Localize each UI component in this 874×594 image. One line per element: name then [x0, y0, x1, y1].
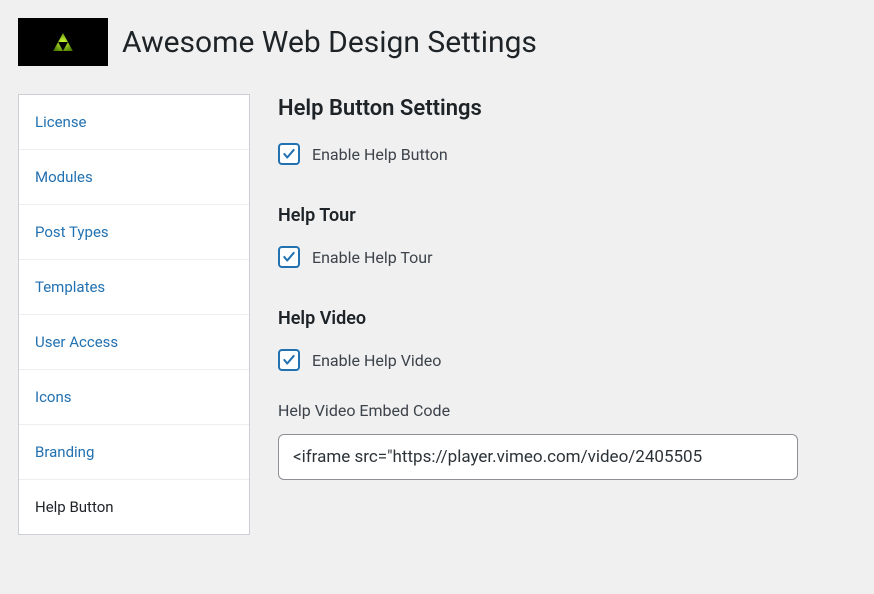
enable-help-button-label: Enable Help Button: [312, 145, 448, 164]
sidebar-item-help-button[interactable]: Help Button: [19, 480, 249, 534]
enable-help-video-label: Enable Help Video: [312, 351, 441, 370]
enable-help-tour-row: Enable Help Tour: [278, 246, 856, 268]
sidebar-item-user-access[interactable]: User Access: [19, 315, 249, 370]
help-tour-heading: Help Tour: [278, 205, 856, 226]
page-title: Awesome Web Design Settings: [122, 25, 537, 60]
enable-help-tour-label: Enable Help Tour: [312, 248, 433, 267]
sidebar-item-branding[interactable]: Branding: [19, 425, 249, 480]
brand-logo: [18, 18, 108, 66]
sidebar-item-templates[interactable]: Templates: [19, 260, 249, 315]
sidebar-item-label: User Access: [35, 333, 118, 351]
triforce-icon: [53, 33, 73, 51]
settings-content: Help Button Settings Enable Help Button …: [278, 94, 856, 535]
enable-help-tour-checkbox[interactable]: [278, 246, 300, 268]
page-header: Awesome Web Design Settings: [0, 0, 874, 76]
sidebar-item-label: Post Types: [35, 223, 109, 241]
sidebar-item-label: Icons: [35, 388, 72, 406]
main-layout: License Modules Post Types Templates Use…: [0, 76, 874, 553]
enable-help-video-row: Enable Help Video: [278, 349, 856, 371]
settings-sidebar: License Modules Post Types Templates Use…: [18, 94, 250, 535]
check-icon: [282, 147, 296, 161]
sidebar-item-label: Templates: [35, 278, 105, 296]
help-button-settings-heading: Help Button Settings: [278, 96, 856, 121]
check-icon: [282, 250, 296, 264]
sidebar-item-license[interactable]: License: [19, 95, 249, 150]
sidebar-item-label: Modules: [35, 168, 93, 186]
help-video-heading: Help Video: [278, 308, 856, 329]
sidebar-item-label: License: [35, 113, 87, 131]
sidebar-item-post-types[interactable]: Post Types: [19, 205, 249, 260]
sidebar-item-icons[interactable]: Icons: [19, 370, 249, 425]
enable-help-button-checkbox[interactable]: [278, 143, 300, 165]
sidebar-item-label: Branding: [35, 443, 94, 461]
enable-help-button-row: Enable Help Button: [278, 143, 856, 165]
enable-help-video-checkbox[interactable]: [278, 349, 300, 371]
sidebar-item-modules[interactable]: Modules: [19, 150, 249, 205]
sidebar-item-label: Help Button: [35, 498, 114, 516]
embed-code-label: Help Video Embed Code: [278, 401, 856, 420]
check-icon: [282, 353, 296, 367]
embed-code-input[interactable]: [278, 434, 798, 480]
